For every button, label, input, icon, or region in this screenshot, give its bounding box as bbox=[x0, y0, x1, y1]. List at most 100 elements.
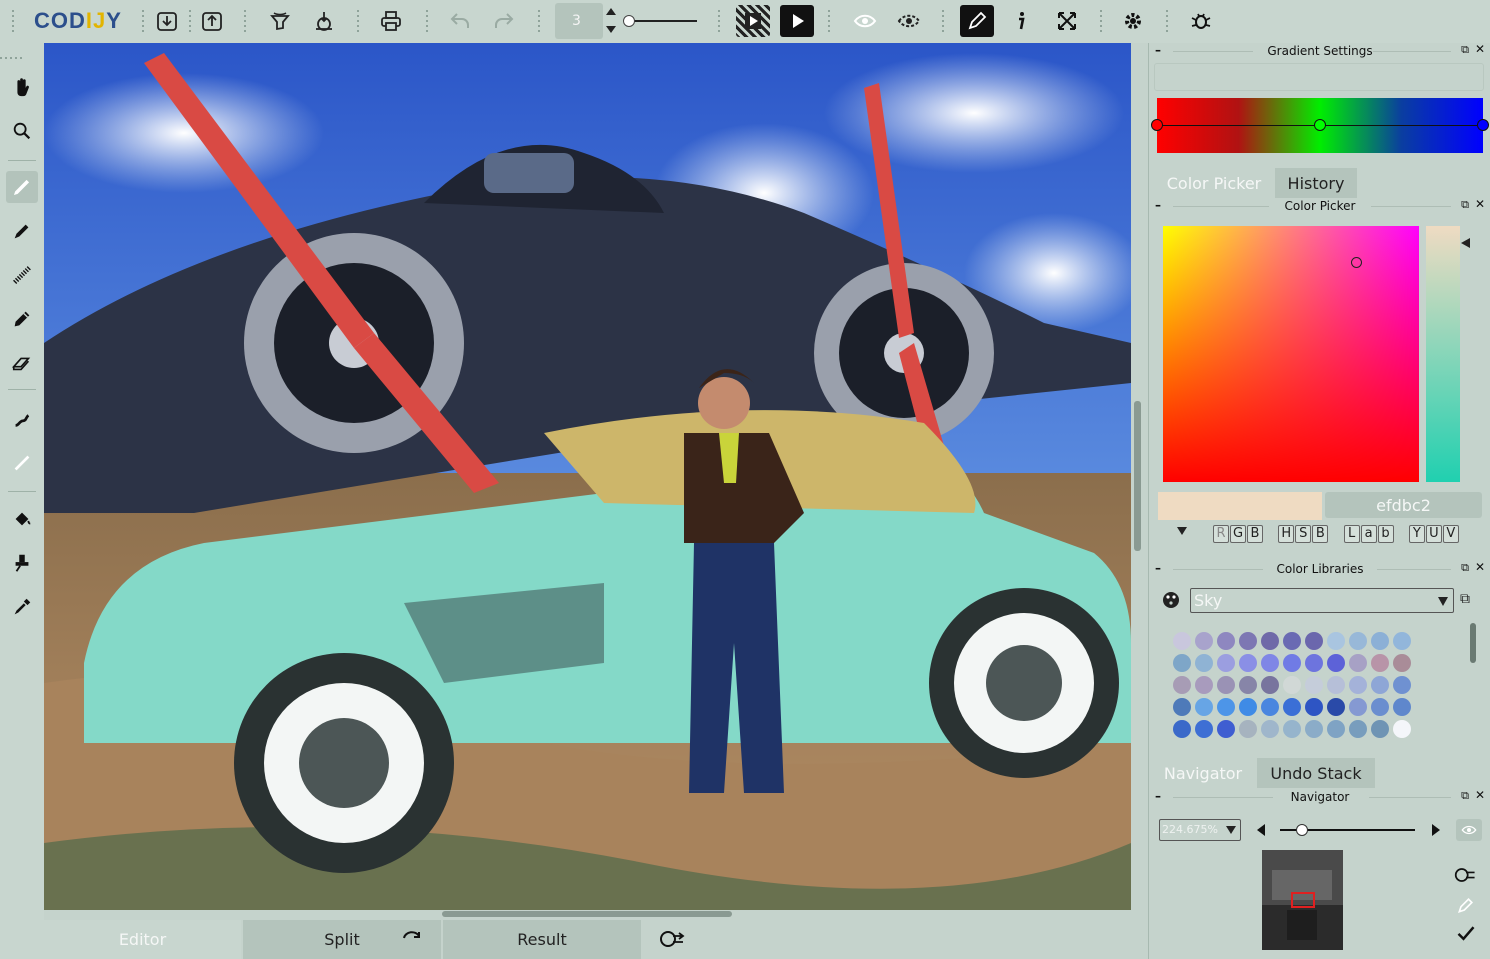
preview-hatched-button[interactable] bbox=[736, 5, 770, 37]
color-swatch[interactable] bbox=[1393, 632, 1411, 650]
brush-tool[interactable] bbox=[6, 171, 38, 203]
slider-knob[interactable] bbox=[623, 15, 635, 27]
zoom-tool[interactable] bbox=[6, 115, 38, 147]
scroll-thumb[interactable] bbox=[442, 911, 732, 917]
horizontal-scrollbar[interactable] bbox=[44, 910, 1131, 918]
float-icon[interactable]: ⧉ bbox=[1461, 789, 1469, 803]
color-swatch[interactable] bbox=[1261, 654, 1279, 672]
color-swatch[interactable] bbox=[1327, 676, 1345, 694]
close-icon[interactable]: ✕ bbox=[1475, 42, 1485, 56]
library-select[interactable]: Sky bbox=[1190, 588, 1454, 613]
color-swatch[interactable] bbox=[1371, 676, 1389, 694]
color-swatch[interactable] bbox=[1371, 632, 1389, 650]
color-swatch[interactable] bbox=[1173, 632, 1191, 650]
mode-rgb[interactable]: RGB bbox=[1213, 525, 1264, 543]
color-swatch[interactable] bbox=[1393, 676, 1411, 694]
slider-knob[interactable] bbox=[1296, 824, 1308, 836]
toolbar-grip[interactable] bbox=[187, 10, 193, 32]
settings-button[interactable] bbox=[1118, 5, 1148, 37]
color-swatch[interactable] bbox=[1371, 720, 1389, 738]
mode-yuv[interactable]: YUV bbox=[1408, 525, 1460, 543]
line-tool[interactable] bbox=[6, 447, 38, 479]
color-swatch[interactable] bbox=[1217, 632, 1235, 650]
collapse-icon[interactable]: – bbox=[1155, 43, 1161, 57]
color-swatch[interactable] bbox=[1393, 720, 1411, 738]
stamp-tool[interactable] bbox=[6, 547, 38, 579]
gradient-toolbar[interactable] bbox=[1154, 63, 1484, 91]
toolbar-grip[interactable] bbox=[140, 10, 146, 32]
mode-lab[interactable]: Lab bbox=[1343, 525, 1395, 543]
picker-cursor[interactable] bbox=[1351, 257, 1362, 268]
checkmark-icon[interactable] bbox=[1456, 923, 1478, 945]
tab-navigator[interactable]: Navigator bbox=[1155, 758, 1251, 788]
save-button[interactable] bbox=[309, 5, 339, 37]
marker-tool[interactable] bbox=[6, 215, 38, 247]
color-swatch[interactable] bbox=[1349, 720, 1367, 738]
hue-slider-arrow-icon[interactable] bbox=[1461, 238, 1470, 248]
color-swatch[interactable] bbox=[1239, 654, 1257, 672]
toolbar-grip[interactable] bbox=[1164, 10, 1170, 32]
color-swatch[interactable] bbox=[1261, 632, 1279, 650]
navigator-thumbnail[interactable] bbox=[1262, 850, 1343, 950]
vertical-scrollbar[interactable] bbox=[1131, 43, 1145, 910]
color-swatch[interactable] bbox=[1371, 654, 1389, 672]
color-swatch[interactable] bbox=[1173, 654, 1191, 672]
dotted-brush-tool[interactable] bbox=[6, 259, 38, 291]
tab-editor[interactable]: Editor bbox=[44, 920, 241, 959]
toolbar-grip[interactable] bbox=[242, 10, 248, 32]
compare-icon[interactable] bbox=[659, 928, 687, 950]
collapse-icon[interactable]: – bbox=[1155, 789, 1161, 803]
color-swatch[interactable] bbox=[1283, 632, 1301, 650]
collapse-icon[interactable]: – bbox=[1155, 561, 1161, 575]
pencil-tool[interactable] bbox=[6, 303, 38, 335]
color-swatch[interactable] bbox=[1283, 654, 1301, 672]
pen-mode-button[interactable] bbox=[960, 5, 994, 37]
color-swatch[interactable] bbox=[1327, 632, 1345, 650]
close-icon[interactable]: ✕ bbox=[1475, 197, 1485, 211]
color-swatch[interactable] bbox=[1195, 676, 1213, 694]
color-swatch[interactable] bbox=[1349, 632, 1367, 650]
float-icon[interactable]: ⧉ bbox=[1461, 561, 1469, 575]
zoom-out-arrow-icon[interactable] bbox=[1257, 824, 1265, 836]
color-swatch[interactable] bbox=[1261, 720, 1279, 738]
gradient-stop[interactable] bbox=[1477, 119, 1489, 131]
fill-tool[interactable] bbox=[6, 503, 38, 535]
increment-arrow-icon[interactable] bbox=[606, 8, 616, 15]
color-swatch[interactable] bbox=[1393, 654, 1411, 672]
color-swatch[interactable] bbox=[1305, 632, 1323, 650]
close-icon[interactable]: ✕ bbox=[1475, 560, 1485, 574]
gradient-stop[interactable] bbox=[1314, 119, 1326, 131]
play-button[interactable] bbox=[780, 5, 814, 37]
scroll-thumb[interactable] bbox=[1134, 401, 1141, 551]
mode-hsb[interactable]: HSB bbox=[1278, 525, 1329, 543]
color-swatch[interactable] bbox=[1371, 698, 1389, 716]
color-swatch[interactable] bbox=[1349, 698, 1367, 716]
float-icon[interactable]: ⧉ bbox=[1461, 198, 1469, 212]
color-swatch[interactable] bbox=[1239, 698, 1257, 716]
color-swatch[interactable] bbox=[1283, 698, 1301, 716]
color-swatch[interactable] bbox=[1283, 676, 1301, 694]
color-swatch[interactable] bbox=[1393, 698, 1411, 716]
color-swatch[interactable] bbox=[1349, 676, 1367, 694]
color-swatch[interactable] bbox=[1173, 720, 1191, 738]
color-swatch[interactable] bbox=[1327, 654, 1345, 672]
gradient-stop[interactable] bbox=[1151, 119, 1163, 131]
color-swatch[interactable] bbox=[1283, 720, 1301, 738]
eyedropper-tool[interactable] bbox=[6, 591, 38, 623]
dropdown-arrow-icon[interactable] bbox=[1177, 527, 1187, 535]
bug-button[interactable] bbox=[1186, 5, 1216, 37]
toolbar-grip[interactable] bbox=[10, 10, 16, 32]
float-icon[interactable]: ⧉ bbox=[1461, 43, 1469, 57]
collapse-icon[interactable]: – bbox=[1155, 198, 1161, 212]
swap-icon[interactable] bbox=[400, 928, 424, 950]
color-swatch[interactable] bbox=[1195, 654, 1213, 672]
toolbar-grip[interactable] bbox=[355, 10, 361, 32]
color-swatch[interactable] bbox=[1195, 698, 1213, 716]
gradient-preview[interactable] bbox=[1151, 98, 1489, 153]
export-button[interactable] bbox=[197, 5, 227, 37]
color-swatch[interactable] bbox=[1217, 698, 1235, 716]
color-swatch[interactable] bbox=[1217, 720, 1235, 738]
brush-size-stepper[interactable]: 3 bbox=[555, 3, 616, 39]
eye-button[interactable] bbox=[850, 5, 880, 37]
print-button[interactable] bbox=[376, 5, 406, 37]
